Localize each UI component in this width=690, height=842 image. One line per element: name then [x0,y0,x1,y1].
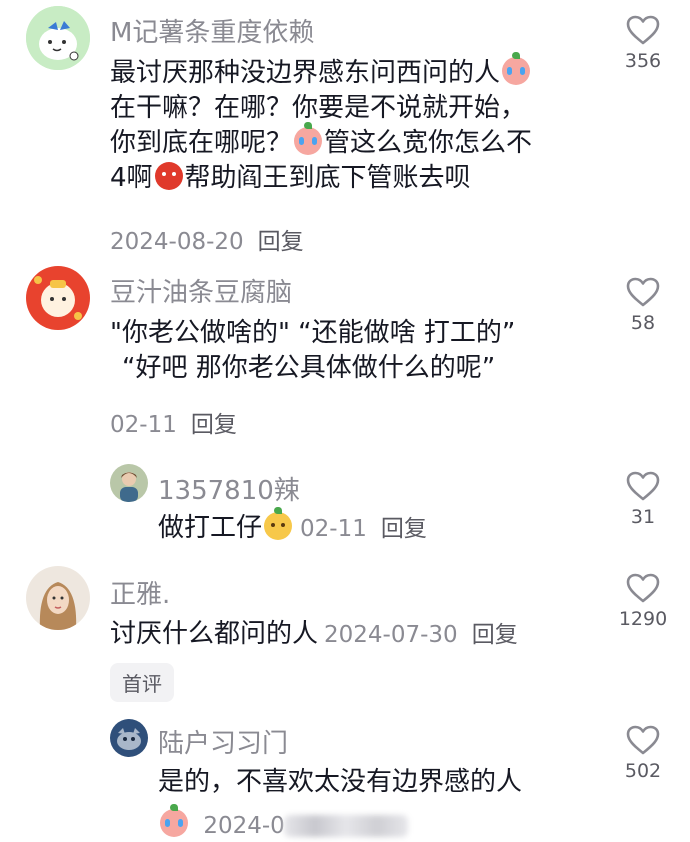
like-count: 1290 [618,608,668,630]
like-count: 502 [624,760,662,782]
like-count: 31 [630,506,656,528]
blurred-overlay [284,815,408,837]
like-button[interactable]: 356 [613,14,673,72]
like-count: 356 [624,50,662,72]
comment-date: 02-11 [300,516,367,542]
comment-text: 最讨厌那种没边界感东问西问的人 在干嘛？在哪？你要是不说就开始， 你到底在哪呢？… [110,52,532,196]
heart-outline-icon [626,471,660,501]
avatar[interactable] [26,6,90,70]
like-count: 58 [630,312,656,334]
comment-username[interactable]: 正雅. [110,574,170,611]
comment-date: 2024-08-20 [110,229,244,255]
crying-face-emoji-icon [160,804,188,837]
comment-date: 2024-0 [203,813,285,839]
comment-date: 2024-07-30 [324,622,458,648]
reply-button[interactable]: 回复 [191,412,237,438]
comment-meta: 2024-07-30 回复 [324,622,518,648]
like-button[interactable]: 502 [613,724,673,782]
like-button[interactable]: 1290 [613,572,673,630]
crying-face-emoji-icon [294,122,323,155]
comment-username[interactable]: 1357810辣 [158,470,300,507]
comment-date: 02-11 [110,412,177,438]
comment-username[interactable]: 陆户习习门 [158,723,288,760]
comment-text: 讨厌什么都问的人 2024-07-30 回复 [110,619,518,649]
comment-username[interactable]: M记薯条重度依赖 [110,12,314,49]
comment-text: 是的，不喜欢太没有边界感的人 [158,767,523,797]
like-button[interactable]: 58 [613,276,673,334]
angry-devil-emoji-icon [154,162,183,190]
avatar[interactable] [110,464,148,502]
reply-button[interactable]: 回复 [258,229,304,255]
reply-button[interactable]: 回复 [472,622,518,648]
heart-outline-icon [626,573,660,603]
comment-text: 做打工仔 02-11 回复 [158,507,427,547]
reply-button[interactable]: 回复 [381,516,427,542]
avatar[interactable] [26,566,90,630]
comment-meta: 2024-08-20 回复 [110,222,304,256]
avatar[interactable] [110,719,148,757]
avatar[interactable] [26,266,90,330]
like-button[interactable]: 31 [613,470,673,528]
comment-text: "你老公做啥的" “还能做啥 打工的” “好吧 那你老公具体做什么的呢” [110,318,516,383]
heart-outline-icon [626,725,660,755]
crying-face-emoji-icon [502,52,531,85]
first-comment-badge: 首评 [110,663,174,702]
shy-face-emoji-icon [264,507,293,540]
heart-outline-icon [626,15,660,45]
comment-meta: 02-11 回复 [300,516,427,542]
heart-outline-icon [626,277,660,307]
comment-meta: 02-11 回复 [110,405,237,439]
comment-meta: 2024-0 [158,804,285,839]
comment-username[interactable]: 豆汁油条豆腐脑 [110,272,292,309]
